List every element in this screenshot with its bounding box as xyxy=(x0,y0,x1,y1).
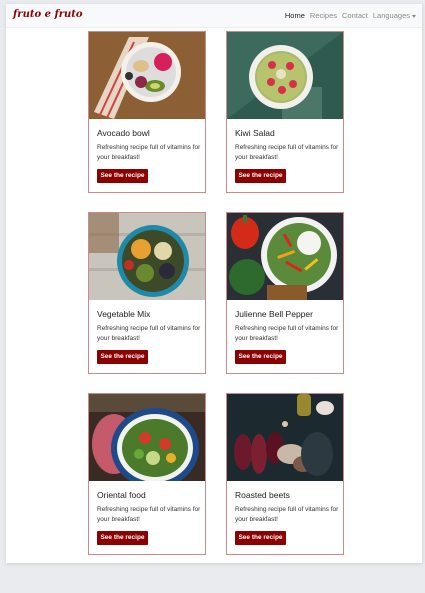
page: fruto e fruto Home Recipes Contact Langu… xyxy=(6,4,422,563)
nav-link-recipes[interactable]: Recipes xyxy=(310,11,337,20)
recipe-card: Julienne Bell Pepper Refreshing recipe f… xyxy=(226,212,344,374)
see-recipe-button[interactable]: See the recipe xyxy=(97,531,148,545)
card-text: Refreshing recipe full of vitamins for y… xyxy=(235,144,339,161)
card-title: Avocado bowl xyxy=(97,128,150,138)
navbar: fruto e fruto Home Recipes Contact Langu… xyxy=(6,4,422,28)
vegetable-mix-photo xyxy=(89,213,205,300)
see-recipe-button[interactable]: See the recipe xyxy=(235,531,286,545)
roasted-beets-photo xyxy=(227,394,343,481)
oriental-food-photo xyxy=(89,394,205,481)
nav-link-languages: Languages xyxy=(372,11,410,20)
card-text: Refreshing recipe full of vitamins for y… xyxy=(235,325,339,342)
card-text: Refreshing recipe full of vitamins for y… xyxy=(97,506,201,523)
recipe-card: Kiwi Salad Refreshing recipe full of vit… xyxy=(226,31,344,193)
see-recipe-button[interactable]: See the recipe xyxy=(235,350,286,364)
card-text: Refreshing recipe full of vitamins for y… xyxy=(235,506,339,523)
recipe-card: Oriental food Refreshing recipe full of … xyxy=(88,393,206,555)
nav-link-contact[interactable]: Contact xyxy=(342,11,368,20)
chevron-down-icon xyxy=(412,14,416,18)
kiwi-salad-photo xyxy=(227,32,343,119)
avocado-bowl-photo xyxy=(89,32,205,119)
recipe-card: Roasted beets Refreshing recipe full of … xyxy=(226,393,344,555)
card-text: Refreshing recipe full of vitamins for y… xyxy=(97,325,201,342)
card-title: Oriental food xyxy=(97,490,146,500)
nav-links: Home Recipes Contact Languages xyxy=(285,11,416,20)
card-title: Kiwi Salad xyxy=(235,128,275,138)
nav-link-home[interactable]: Home xyxy=(285,11,305,20)
nav-dropdown-languages[interactable]: Languages xyxy=(373,11,416,20)
see-recipe-button[interactable]: See the recipe xyxy=(235,169,286,183)
brand-logo[interactable]: fruto e fruto xyxy=(13,9,83,20)
card-title: Julienne Bell Pepper xyxy=(235,309,313,319)
recipe-card: Vegetable Mix Refreshing recipe full of … xyxy=(88,212,206,374)
see-recipe-button[interactable]: See the recipe xyxy=(97,169,148,183)
card-title: Vegetable Mix xyxy=(97,309,151,319)
recipe-card: Avocado bowl Refreshing recipe full of v… xyxy=(88,31,206,193)
bell-pepper-photo xyxy=(227,213,343,300)
card-text: Refreshing recipe full of vitamins for y… xyxy=(97,144,201,161)
see-recipe-button[interactable]: See the recipe xyxy=(97,350,148,364)
card-title: Roasted beets xyxy=(235,490,290,500)
